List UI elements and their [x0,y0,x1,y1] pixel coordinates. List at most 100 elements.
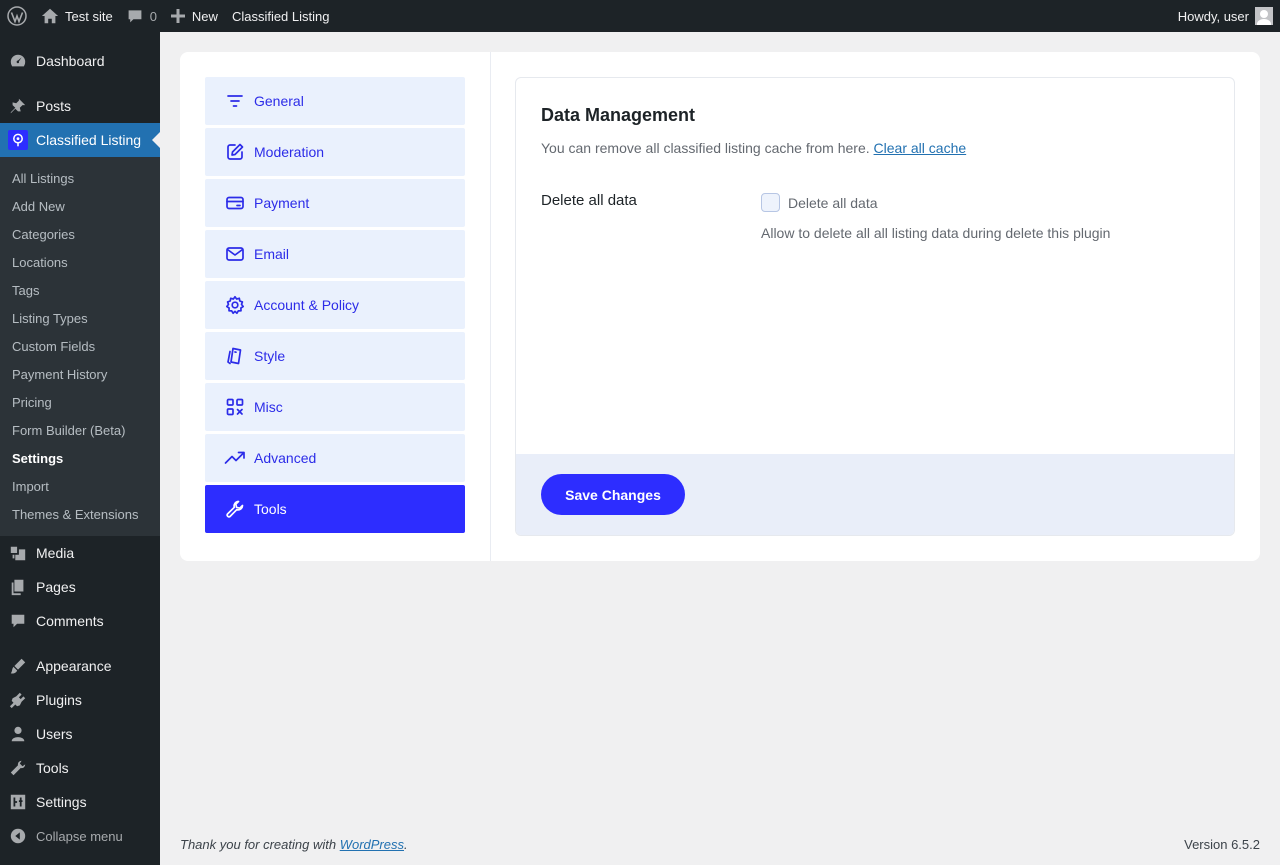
footer-thanks: Thank you for creating with WordPress. [180,837,408,852]
admin-bar: Test site 0 New Classified Listing Howdy… [0,0,1280,32]
menu-settings-label: Settings [36,794,87,810]
tab-email[interactable]: Email [205,230,465,278]
credit-card-icon [224,192,246,214]
tab-general[interactable]: General [205,77,465,125]
pin-icon [8,96,28,116]
comments-link[interactable]: 0 [120,0,164,32]
delete-data-row-label: Delete all data [541,192,637,209]
wordpress-link[interactable]: WordPress [340,837,404,852]
menu-comments-label: Comments [36,613,104,629]
plugin-icon [8,690,28,710]
site-name: Test site [65,8,113,24]
tab-misc[interactable]: Misc [205,383,465,431]
tab-tools-label: Tools [254,501,287,517]
menu-dashboard[interactable]: Dashboard [0,44,160,78]
menu-users-label: Users [36,726,73,742]
collapse-menu-label: Collapse menu [36,828,123,844]
submenu-themes-extensions[interactable]: Themes & Extensions [0,500,160,528]
submenu-tags[interactable]: Tags [0,276,160,304]
menu-classified-listing[interactable]: Classified Listing [0,123,160,157]
plus-icon [170,9,185,23]
comments-count: 0 [149,8,157,24]
admin-sidebar: Dashboard Posts Classified Listing All L… [0,32,160,865]
mail-icon [224,243,246,265]
tab-payment[interactable]: Payment [205,179,465,227]
clear-cache-link[interactable]: Clear all cache [874,140,967,156]
my-account-link[interactable]: Howdy, user [1171,0,1280,32]
submenu-settings[interactable]: Settings [0,444,160,472]
menu-pages[interactable]: Pages [0,570,160,604]
comment-icon [128,10,142,23]
settings-tabs: General Moderation Payment Email Account… [180,52,491,561]
menu-classified-listing-label: Classified Listing [36,132,142,148]
data-management-card: Data Management You can remove all class… [515,77,1235,536]
menu-users[interactable]: Users [0,717,160,751]
tab-payment-label: Payment [254,195,310,211]
menu-comments[interactable]: Comments [0,604,160,638]
home-icon [41,8,59,24]
style-icon [224,345,246,367]
delete-data-checkbox-wrap[interactable]: Delete all data [761,193,878,212]
menu-media-label: Media [36,545,75,561]
submenu-custom-fields[interactable]: Custom Fields [0,332,160,360]
save-changes-button[interactable]: Save Changes [541,474,685,515]
menu-appearance-label: Appearance [36,658,112,674]
submenu-import[interactable]: Import [0,472,160,500]
brush-icon [8,656,28,676]
wordpress-logo-icon[interactable] [0,0,34,32]
footer-version: Version 6.5.2 [1184,837,1260,852]
classified-listing-label: Classified Listing [231,8,330,24]
howdy-text: Howdy, user [1177,8,1249,24]
section-description-text: You can remove all classified listing ca… [541,140,870,156]
section-description: You can remove all classified listing ca… [541,140,966,156]
menu-dashboard-label: Dashboard [36,53,105,69]
collapse-menu-button[interactable]: Collapse menu [0,819,160,853]
tab-advanced[interactable]: Advanced [205,434,465,482]
tab-style[interactable]: Style [205,332,465,380]
submenu-add-new[interactable]: Add New [0,192,160,220]
submenu-pricing[interactable]: Pricing [0,388,160,416]
submenu-form-builder[interactable]: Form Builder (Beta) [0,416,160,444]
delete-data-help: Allow to delete all all listing data dur… [761,225,1111,241]
submenu-payment-history[interactable]: Payment History [0,360,160,388]
submenu-locations[interactable]: Locations [0,248,160,276]
classified-listing-icon [8,130,28,150]
filter-icon [224,90,246,112]
comment-icon [8,611,28,631]
wrench-icon [224,498,246,520]
tab-tools[interactable]: Tools [205,485,465,533]
delete-data-checkbox[interactable] [761,193,780,212]
menu-posts-label: Posts [36,98,72,114]
submenu-listing-types[interactable]: Listing Types [0,304,160,332]
footer-period: . [404,837,408,852]
card-footer: Save Changes [516,454,1234,535]
menu-plugins[interactable]: Plugins [0,683,160,717]
wrench-icon [8,758,28,778]
menu-tools[interactable]: Tools [0,751,160,785]
menu-media[interactable]: Media [0,536,160,570]
trend-icon [224,447,246,469]
section-title: Data Management [541,105,696,125]
menu-pages-label: Pages [36,579,76,595]
settings-sliders-icon [8,792,28,812]
submenu-all-listings[interactable]: All Listings [0,164,160,192]
collapse-icon [8,826,28,846]
site-name-link[interactable]: Test site [34,0,120,32]
classified-listing-link[interactable]: Classified Listing [225,0,337,32]
tab-misc-label: Misc [254,399,283,415]
grid-icon [224,396,246,418]
menu-tools-label: Tools [36,760,69,776]
new-content-link[interactable]: New [164,0,225,32]
menu-settings[interactable]: Settings [0,785,160,819]
settings-panel: General Moderation Payment Email Account… [180,52,1260,561]
media-icon [8,543,28,563]
tab-account-policy[interactable]: Account & Policy [205,281,465,329]
delete-data-checkbox-label[interactable]: Delete all data [788,195,878,211]
menu-posts[interactable]: Posts [0,89,160,123]
gear-icon [224,294,246,316]
avatar [1255,7,1273,25]
tab-moderation-label: Moderation [254,144,325,160]
submenu-categories[interactable]: Categories [0,220,160,248]
menu-appearance[interactable]: Appearance [0,649,160,683]
tab-moderation[interactable]: Moderation [205,128,465,176]
